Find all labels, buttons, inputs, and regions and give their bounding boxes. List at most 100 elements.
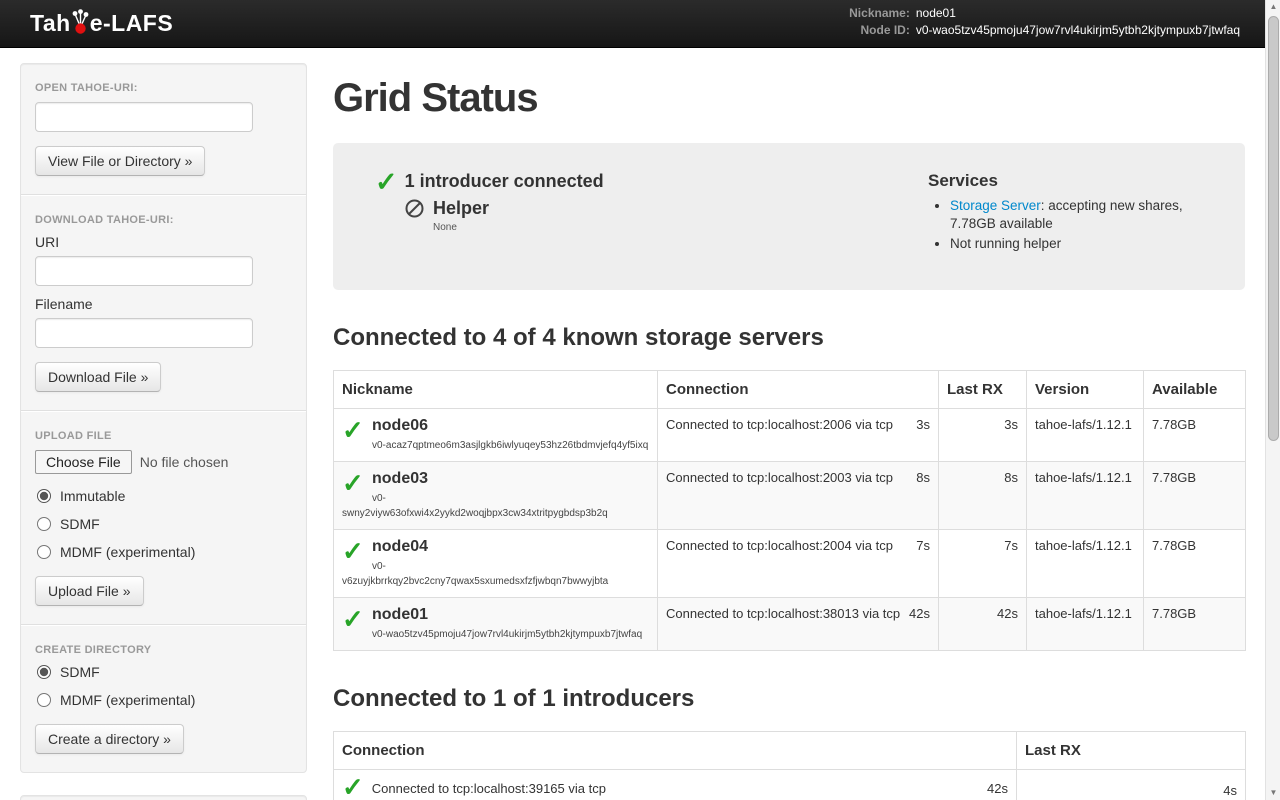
server-node-id: v0-swny2viyw63ofxwi4x2yykd2woqjbpx3cw34x… (342, 491, 649, 521)
node-info: Nickname: node01 Node ID: v0-wao5tzv45pm… (849, 6, 1240, 37)
open-tahoe-uri-label: OPEN TAHOE-URI: (35, 82, 292, 94)
helper-none-icon (405, 199, 424, 218)
create-directory-button[interactable]: Create a directory » (35, 724, 184, 754)
mkdir-sdmf-radio-label: SDMF (60, 664, 100, 680)
tahoe-logo-mark (70, 9, 91, 35)
tahoe-lafs-logo: Tah e-LAFS (30, 9, 173, 37)
introducers-heading: Connected to 1 of 1 introducers (333, 685, 1245, 713)
upload-file-label: UPLOAD FILE (35, 430, 292, 442)
services-section: Services Storage Server: accepting new s… (928, 171, 1215, 260)
separator (21, 624, 306, 626)
table-row: ✓ node06 v0-acaz7qptmeo6m3asjlgkb6iwlyuq… (334, 409, 1246, 462)
last-rx-value: 42s (939, 598, 1027, 651)
connected-check-icon: ✓ (342, 420, 364, 440)
connected-check-icon: ✓ (342, 778, 364, 796)
mkdir-format-sdmf[interactable]: SDMF (37, 664, 292, 680)
tools-panel: TOOLS Recent and Active Operations (20, 795, 307, 800)
brand-text-pre: Tah (30, 10, 71, 37)
server-nickname: node03 (372, 470, 428, 487)
table-row: ✓ Connected to tcp:localhost:39165 via t… (334, 770, 1246, 800)
sdmf-radio[interactable] (37, 517, 51, 531)
separator (21, 410, 306, 412)
connection-age: 3s (916, 417, 930, 432)
col-connection: Connection (334, 732, 1017, 770)
grid-status-summary: ✓ 1 introducer connected Helper None Ser… (333, 143, 1245, 290)
create-directory-label: CREATE DIRECTORY (35, 644, 292, 656)
separator (21, 194, 306, 196)
col-connection: Connection (658, 371, 939, 409)
version-value: tahoe-lafs/1.12.1 (1027, 462, 1144, 530)
page-title: Grid Status (333, 76, 1245, 121)
node-id-value: v0-wao5tzv45pmoju47jow7rvl4ukirjm5ytbh2k… (916, 23, 1240, 37)
upload-format-mdmf[interactable]: MDMF (experimental) (37, 544, 292, 560)
introducers-table: Connection Last RX ✓ Connected to tcp:lo… (333, 731, 1246, 800)
mdmf-radio[interactable] (37, 545, 51, 559)
connection-age: 42s (909, 606, 930, 621)
connection-age: 8s (916, 470, 930, 485)
service-item-helper: Not running helper (950, 235, 1215, 253)
service-item-storage: Storage Server: accepting new shares, 7.… (950, 197, 1215, 233)
table-row: ✓ node04 v0-v6zuyjkbrrkqy2bvc2cny7qwax5s… (334, 530, 1246, 598)
available-value: 7.78GB (1144, 462, 1246, 530)
last-rx-value: 8s (939, 462, 1027, 530)
table-row: ✓ node01 v0-wao5tzv45pmoju47jow7rvl4ukir… (334, 598, 1246, 651)
col-last-rx: Last RX (939, 371, 1027, 409)
immutable-radio[interactable] (37, 489, 51, 503)
storage-servers-table: Nickname Connection Last RX Version Avai… (333, 370, 1246, 651)
connection-text: Connected to tcp:localhost:39165 via tcp (372, 778, 987, 796)
services-title: Services (928, 171, 1215, 191)
helper-title: Helper (433, 198, 489, 219)
filename-field-label: Filename (35, 296, 292, 312)
col-nickname: Nickname (334, 371, 658, 409)
connection-text: Connected to tcp:localhost:2003 via tcp (666, 470, 893, 485)
available-value: 7.78GB (1144, 409, 1246, 462)
connection-text: Connected to tcp:localhost:2006 via tcp (666, 417, 893, 432)
server-nickname: node04 (372, 538, 428, 555)
mkdir-mdmf-radio-label: MDMF (experimental) (60, 692, 195, 708)
connection-age: 7s (916, 538, 930, 553)
scrollbar-down-arrow[interactable]: ▼ (1266, 786, 1280, 800)
connected-check-icon: ✓ (342, 541, 364, 561)
last-rx-value: 4s (1017, 770, 1246, 800)
download-filename-input[interactable] (35, 318, 253, 348)
connection-age: 42s (987, 778, 1008, 796)
storage-server-link[interactable]: Storage Server (950, 198, 1041, 213)
main-content: Grid Status ✓ 1 introducer connected Hel… (333, 48, 1245, 800)
sidebar-main-panel: OPEN TAHOE-URI: View File or Directory »… (20, 63, 307, 773)
download-file-button[interactable]: Download File » (35, 362, 161, 392)
server-node-id: v0-acaz7qptmeo6m3asjlgkb6iwlyuqey53hz26t… (342, 438, 649, 453)
node-id-label: Node ID: (849, 23, 910, 37)
scrollbar-thumb[interactable] (1268, 16, 1279, 441)
connected-check-icon: ✓ (342, 473, 364, 493)
upload-format-sdmf[interactable]: SDMF (37, 516, 292, 532)
mkdir-format-mdmf[interactable]: MDMF (experimental) (37, 692, 292, 708)
nickname-label: Nickname: (849, 6, 910, 20)
view-file-button[interactable]: View File or Directory » (35, 146, 205, 176)
nickname-value: node01 (916, 6, 1240, 20)
last-rx-value: 7s (939, 530, 1027, 598)
connection-text: Connected to tcp:localhost:38013 via tcp (666, 606, 900, 621)
col-version: Version (1027, 371, 1144, 409)
version-value: tahoe-lafs/1.12.1 (1027, 598, 1144, 651)
server-nickname: node06 (372, 417, 428, 434)
introducer-status-text: 1 introducer connected (405, 171, 604, 192)
mkdir-mdmf-radio[interactable] (37, 693, 51, 707)
upload-format-immutable[interactable]: Immutable (37, 488, 292, 504)
open-uri-input[interactable] (35, 102, 253, 132)
sidebar: OPEN TAHOE-URI: View File or Directory »… (20, 63, 307, 800)
scrollbar-up-arrow[interactable]: ▲ (1266, 0, 1280, 14)
server-node-id: v0-v6zuyjkbrrkqy2bvc2cny7qwax5sxumedsxfz… (342, 559, 649, 589)
col-last-rx: Last RX (1017, 732, 1246, 770)
choose-file-button[interactable]: Choose File (35, 450, 132, 474)
uri-field-label: URI (35, 234, 292, 250)
upload-file-button[interactable]: Upload File » (35, 576, 144, 606)
storage-servers-heading: Connected to 4 of 4 known storage server… (333, 324, 1245, 352)
mkdir-sdmf-radio[interactable] (37, 665, 51, 679)
available-value: 7.78GB (1144, 530, 1246, 598)
vertical-scrollbar[interactable]: ▲ ▼ (1265, 0, 1280, 800)
introducer-connected-check-icon: ✓ (375, 172, 398, 192)
introducers-header-row: Connection Last RX (334, 732, 1246, 770)
version-value: tahoe-lafs/1.12.1 (1027, 530, 1144, 598)
download-uri-input[interactable] (35, 256, 253, 286)
version-value: tahoe-lafs/1.12.1 (1027, 409, 1144, 462)
